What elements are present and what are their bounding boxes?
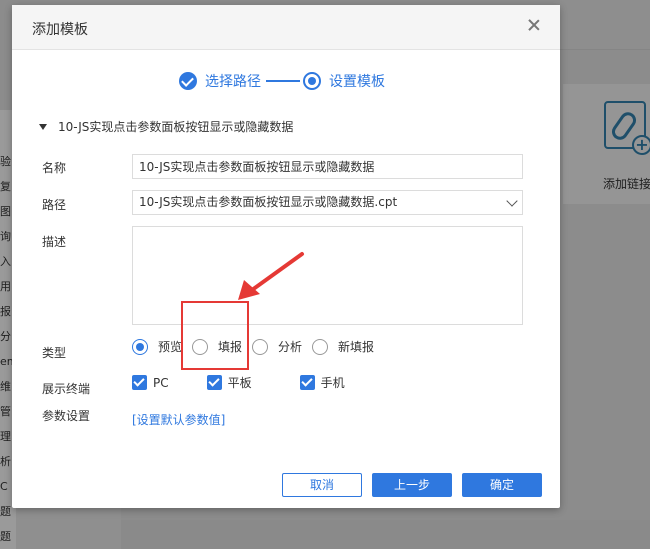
- type-radio-preview[interactable]: 预览: [132, 338, 182, 355]
- radio-empty-icon: [312, 338, 329, 355]
- step-select-path: 选择路径: [205, 74, 261, 90]
- template-section-title: 10-JS实现点击参数面板按钮显示或隐藏数据: [58, 120, 294, 134]
- cancel-button[interactable]: 取消: [282, 473, 362, 497]
- set-default-params-link[interactable]: [设置默认参数值]: [132, 411, 225, 428]
- close-icon[interactable]: [526, 17, 542, 33]
- chevron-down-icon: [506, 195, 518, 207]
- terminal-label: 展示终端: [42, 382, 91, 396]
- checkbox-checked-icon: [132, 375, 147, 390]
- path-label: 路径: [42, 198, 67, 212]
- check-circle-icon: [179, 72, 197, 90]
- param-settings-label: 参数设置: [42, 409, 91, 423]
- dialog-title: 添加模板: [32, 22, 88, 38]
- step-connector: [266, 80, 300, 82]
- type-option-label: 新填报: [338, 340, 375, 354]
- annotation-arrow-icon: [238, 252, 304, 300]
- background-topbar: [560, 0, 650, 50]
- add-link-label: 添加链接: [603, 177, 650, 191]
- type-option-label: 预览: [158, 340, 183, 354]
- type-label: 类型: [42, 346, 67, 360]
- confirm-button[interactable]: 确定: [462, 473, 542, 497]
- path-value: 10-JS实现点击参数面板按钮显示或隐藏数据.cpt: [139, 195, 398, 209]
- checkbox-checked-icon: [299, 375, 315, 390]
- annotation-highlight-box: [181, 301, 249, 370]
- description-label: 描述: [42, 235, 67, 249]
- terminal-checkbox-group: PC 平板 手机: [132, 374, 345, 391]
- step-set-template: 设置模板: [329, 74, 385, 90]
- terminal-option-label: 手机: [320, 376, 345, 390]
- path-select[interactable]: 10-JS实现点击参数面板按钮显示或隐藏数据.cpt: [132, 190, 523, 215]
- link-icon: +: [604, 101, 650, 155]
- type-radio-group: 预览 填报 分析 新填报: [132, 338, 384, 355]
- type-radio-new-fill[interactable]: 新填报: [312, 338, 374, 355]
- step-indicator: 选择路径 设置模板: [179, 71, 385, 91]
- previous-step-button[interactable]: 上一步: [372, 473, 452, 497]
- caret-down-icon: [39, 123, 47, 130]
- name-label: 名称: [42, 161, 67, 175]
- radio-selected-icon: [132, 338, 148, 355]
- terminal-option-label: PC: [153, 375, 169, 390]
- sidebar-fragment: 题: [0, 531, 11, 543]
- terminal-checkbox-pc[interactable]: PC: [132, 375, 169, 390]
- plus-icon: +: [632, 135, 650, 155]
- terminal-option-label: 平板: [227, 376, 252, 390]
- name-input[interactable]: [132, 154, 523, 179]
- current-step-icon: [303, 72, 321, 90]
- template-section-toggle[interactable]: 10-JS实现点击参数面板按钮显示或隐藏数据: [39, 118, 293, 135]
- radio-empty-icon: [252, 338, 269, 355]
- type-radio-analysis[interactable]: 分析: [252, 338, 302, 355]
- type-option-label: 分析: [278, 340, 303, 354]
- terminal-checkbox-tablet[interactable]: 平板: [206, 374, 252, 391]
- terminal-checkbox-mobile[interactable]: 手机: [299, 374, 345, 391]
- dialog-header: 添加模板: [12, 5, 560, 50]
- background-bottom: [121, 520, 650, 549]
- checkbox-checked-icon: [206, 375, 222, 390]
